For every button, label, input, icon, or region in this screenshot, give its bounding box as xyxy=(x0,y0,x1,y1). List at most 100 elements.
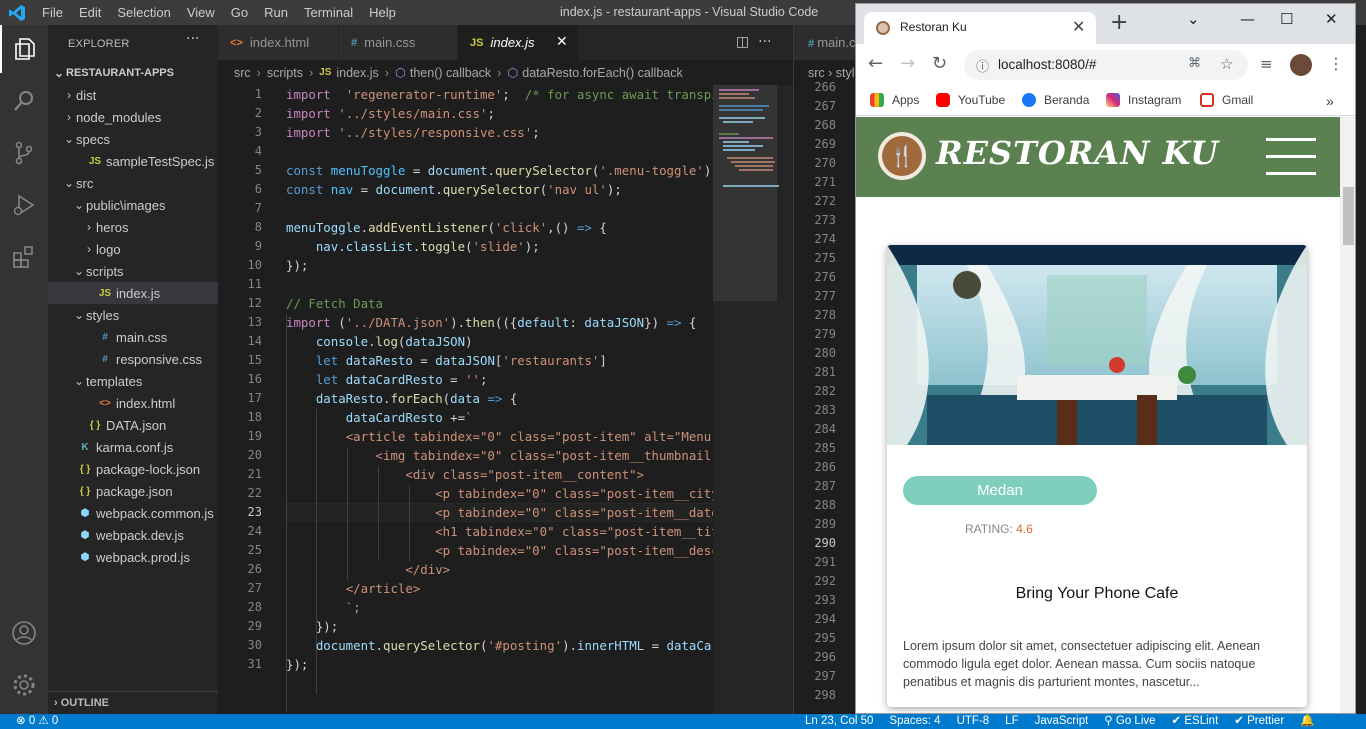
status-item[interactable]: LF xyxy=(1005,714,1018,729)
tree-file[interactable]: ⬢ webpack.common.js xyxy=(48,502,218,524)
menu-view[interactable]: View xyxy=(179,0,223,25)
settings-gear-icon[interactable] xyxy=(0,661,48,709)
tree-file[interactable]: ⬢ webpack.prod.js xyxy=(48,546,218,568)
menu-terminal[interactable]: Terminal xyxy=(296,0,361,25)
restaurant-card[interactable]: Medan RATING: 4.6 Bring Your Phone Cafe … xyxy=(887,245,1307,707)
breadcrumb-item[interactable]: scripts xyxy=(267,66,303,80)
reload-icon[interactable]: ↻ xyxy=(932,55,947,73)
code-editor[interactable]: 1 2 3 4 5 6 7 8 9 10 11 12 13 14 15 16 17 18 19 20 21 22 23 24 2… xyxy=(218,85,713,714)
status-item[interactable]: 🔔 xyxy=(1300,714,1314,729)
tree-label: index.html xyxy=(116,395,176,411)
info-icon[interactable]: ⓘ xyxy=(976,56,989,75)
menu-run[interactable]: Run xyxy=(256,0,296,25)
menu-file[interactable]: File xyxy=(34,0,71,25)
tree-folder[interactable]: › dist xyxy=(48,84,218,106)
status-item[interactable]: ✔ Prettier xyxy=(1234,714,1284,729)
tree-folder[interactable]: ⌄ RESTAURANT-APPS xyxy=(48,62,218,84)
breadcrumb-item[interactable]: src xyxy=(234,66,251,80)
tree-file[interactable]: <> index.html xyxy=(48,392,218,414)
maximize-icon[interactable]: ☐ xyxy=(1280,10,1293,28)
tab-index-js[interactable]: JS index.js ✕ xyxy=(458,25,578,60)
tree-file[interactable]: # main.css xyxy=(48,326,218,348)
tab-main-css-split[interactable]: # main.css xyxy=(794,25,856,60)
bookmark-label: Gmail xyxy=(1222,93,1254,107)
breadcrumb-item[interactable]: then() callback xyxy=(410,66,491,80)
bookmark-youtube[interactable]: YouTube xyxy=(936,93,1005,107)
source-control-icon[interactable] xyxy=(0,129,48,177)
breadcrumb-item[interactable]: dataResto.forEach() callback xyxy=(522,66,683,80)
tree-folder[interactable]: ⌄ templates xyxy=(48,370,218,392)
code-line: </article> xyxy=(345,581,421,596)
tab-search-icon[interactable]: ⌄ xyxy=(1187,10,1200,28)
tab-index-html[interactable]: <> index.html xyxy=(218,25,338,60)
split-editor-icon[interactable]: ◫ xyxy=(736,34,749,50)
line-number: 291 xyxy=(814,555,836,569)
tree-folder[interactable]: ⌄ specs xyxy=(48,128,218,150)
tree-folder[interactable]: › logo xyxy=(48,238,218,260)
forward-icon[interactable]: → xyxy=(900,55,915,73)
split-editor-main-css[interactable]: # main.css src › styles 2662672682692702… xyxy=(793,25,868,714)
hamburger-menu-icon[interactable] xyxy=(1266,138,1316,189)
tree-file[interactable]: { } package.json xyxy=(48,480,218,502)
tree-file[interactable]: JS sampleTestSpec.js xyxy=(48,150,218,172)
more-bookmarks-icon[interactable]: » xyxy=(1326,93,1334,109)
browser-menu-icon[interactable]: ⋮ xyxy=(1328,55,1344,73)
status-item[interactable]: JavaScript xyxy=(1035,714,1089,729)
search-icon[interactable] xyxy=(0,77,48,125)
run-debug-icon[interactable] xyxy=(0,181,48,229)
bookmark-apps[interactable]: Apps xyxy=(870,93,919,107)
menu-go[interactable]: Go xyxy=(223,0,256,25)
reading-list-icon[interactable]: ≡ xyxy=(1260,55,1273,73)
tree-label: responsive.css xyxy=(116,351,202,367)
more-actions-icon[interactable]: ··· xyxy=(758,34,771,50)
close-window-icon[interactable]: ✕ xyxy=(1325,10,1338,28)
tab-main-css[interactable]: # main.css xyxy=(339,25,457,60)
page-scrollbar[interactable] xyxy=(1340,117,1355,713)
extensions-icon[interactable] xyxy=(0,233,48,281)
menu-selection[interactable]: Selection xyxy=(109,0,178,25)
outline-section[interactable]: › OUTLINE xyxy=(48,691,218,714)
browser-tab[interactable]: Restoran Ku ✕ xyxy=(864,12,1096,44)
tree-file[interactable]: ⬢ webpack.dev.js xyxy=(48,524,218,546)
webpack-file-icon: ⬢ xyxy=(80,551,90,563)
line-number: 270 xyxy=(814,156,836,170)
status-item[interactable]: ✔ ESLint xyxy=(1172,714,1219,729)
tree-folder[interactable]: ⌄ public\images xyxy=(48,194,218,216)
tree-folder[interactable]: › heros xyxy=(48,216,218,238)
tree-file[interactable]: Kkarma.conf.js xyxy=(48,436,218,458)
tree-file[interactable]: { } package-lock.json xyxy=(48,458,218,480)
minimap[interactable] xyxy=(713,85,793,714)
status-item[interactable]: ⚲ Go Live xyxy=(1104,714,1155,729)
address-bar[interactable]: ⓘ localhost:8080/# ⌘ ☆ xyxy=(964,50,1248,80)
bookmark-instagram[interactable]: Instagram xyxy=(1106,93,1181,107)
bookmark-gmail[interactable]: Gmail xyxy=(1200,93,1253,107)
more-actions-icon[interactable]: ··· xyxy=(186,31,199,47)
tree-folder[interactable]: ⌄ scripts xyxy=(48,260,218,282)
explorer-icon[interactable] xyxy=(0,25,48,73)
profile-avatar[interactable] xyxy=(1290,54,1312,76)
tree-folder[interactable]: ⌄ styles xyxy=(48,304,218,326)
status-item[interactable]: UTF-8 xyxy=(957,714,990,729)
translate-icon[interactable]: ⌘ xyxy=(1188,56,1201,71)
new-tab-icon[interactable]: + xyxy=(1110,12,1128,34)
close-icon[interactable]: ✕ xyxy=(556,33,568,50)
tree-label: node_modules xyxy=(76,109,162,125)
scrollbar-thumb[interactable] xyxy=(1343,187,1354,245)
menu-help[interactable]: Help xyxy=(361,0,404,25)
tree-file[interactable]: # responsive.css xyxy=(48,348,218,370)
problems-indicator[interactable]: ⊗ 0 ⚠ 0 xyxy=(16,714,58,729)
tree-file[interactable]: JS index.js xyxy=(48,282,218,304)
bookmark-beranda[interactable]: Beranda xyxy=(1022,93,1089,107)
back-icon[interactable]: ← xyxy=(868,55,883,73)
tree-file[interactable]: { } DATA.json xyxy=(48,414,218,436)
menu-edit[interactable]: Edit xyxy=(71,0,109,25)
bookmark-star-icon[interactable]: ☆ xyxy=(1220,55,1233,73)
tree-folder[interactable]: ⌄ src xyxy=(48,172,218,194)
tree-folder[interactable]: › node_modules xyxy=(48,106,218,128)
breadcrumb-item[interactable]: index.js xyxy=(336,66,378,80)
account-icon[interactable] xyxy=(0,609,48,657)
status-item[interactable]: Ln 23, Col 50 xyxy=(805,714,873,729)
status-item[interactable]: Spaces: 4 xyxy=(889,714,940,729)
minimize-icon[interactable]: — xyxy=(1240,10,1255,28)
close-tab-icon[interactable]: ✕ xyxy=(1072,17,1085,36)
